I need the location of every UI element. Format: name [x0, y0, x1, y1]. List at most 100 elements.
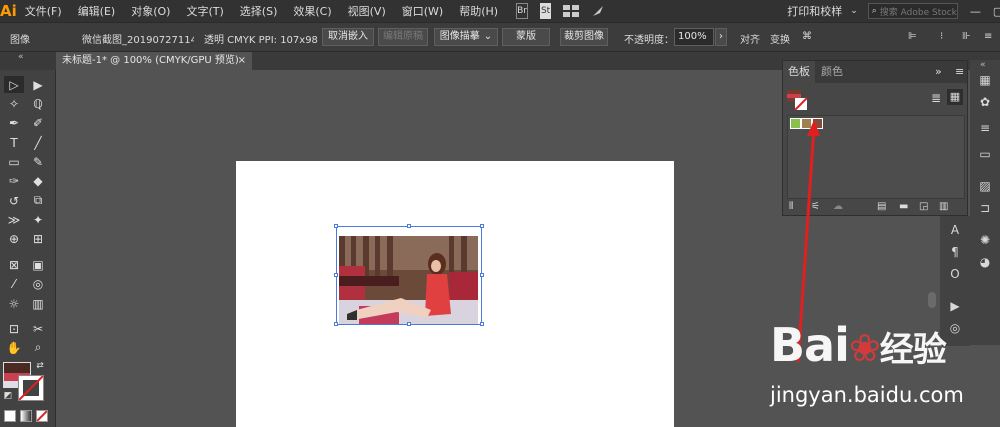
resize-handle-bottom[interactable]: [407, 322, 411, 326]
eyedropper-tool-icon[interactable]: ⁄: [4, 275, 24, 292]
image-trace-dock-icon[interactable]: ▨: [976, 178, 994, 194]
collapse-panel-icon[interactable]: »: [935, 61, 942, 83]
paintbrush-tool-icon[interactable]: ✎: [28, 153, 48, 170]
resize-handle-top-right[interactable]: [480, 224, 484, 228]
grid-view-icon[interactable]: ▦: [947, 89, 963, 105]
selection-tool-icon[interactable]: ▷: [4, 76, 24, 93]
none-mode-icon[interactable]: [36, 410, 48, 422]
paragraph-icon[interactable]: ¶: [946, 244, 964, 260]
panel-options-icon[interactable]: ≡: [955, 61, 964, 83]
puppet-warp-tool-icon[interactable]: ✦: [28, 211, 48, 228]
layers-dock-icon[interactable]: ▭: [976, 146, 994, 162]
menu-view[interactable]: 视图(V): [340, 3, 394, 19]
curvature-tool-icon[interactable]: ✐: [28, 114, 48, 131]
magic-wand-tool-icon[interactable]: ✧: [4, 95, 24, 112]
opacity-arrow-icon[interactable]: ›: [715, 28, 727, 46]
panel-scroll-thumb[interactable]: [928, 292, 936, 308]
transparency-dock-icon[interactable]: ◕: [976, 254, 994, 270]
panel-menu-icon[interactable]: ≡: [984, 31, 992, 42]
resize-handle-bottom-left[interactable]: [334, 322, 338, 326]
arrange-documents-icon[interactable]: [563, 3, 580, 19]
minimize-icon[interactable]: —: [964, 5, 987, 18]
list-view-icon[interactable]: ≣: [931, 91, 941, 105]
gradient-tool-icon[interactable]: ▣: [28, 256, 48, 273]
width-tool-icon[interactable]: ≫: [4, 211, 24, 228]
swatch-fill-stroke-preview[interactable]: [787, 90, 807, 110]
resize-handle-left[interactable]: [334, 273, 338, 277]
appearance-dock-icon[interactable]: ✺: [976, 232, 994, 248]
isolate-object-icon[interactable]: ⌘: [802, 31, 812, 42]
cc-libraries-icon[interactable]: ◎: [946, 320, 964, 336]
rotate-tool-icon[interactable]: ↺: [4, 192, 24, 209]
delete-swatch-icon[interactable]: ▥: [939, 201, 948, 212]
document-tab[interactable]: 未标题-1* @ 100% (CMYK/GPU 预览) ×: [56, 52, 252, 70]
distribute-icon[interactable]: ⁝: [940, 31, 943, 42]
menu-file[interactable]: 文件(F): [17, 3, 70, 19]
maximize-icon[interactable]: ▢: [987, 5, 1000, 18]
stroke-swatch[interactable]: [18, 375, 44, 401]
gradient-mode-icon[interactable]: [20, 410, 32, 422]
pen-tool-icon[interactable]: ✒: [4, 114, 24, 131]
slice-tool-icon[interactable]: ✂: [28, 320, 48, 337]
menu-help[interactable]: 帮助(H): [451, 3, 506, 19]
blend-tool-icon[interactable]: ◎: [28, 275, 48, 292]
opacity-input[interactable]: 100%: [674, 28, 714, 46]
new-color-group-icon[interactable]: ▬: [899, 201, 908, 212]
stock-search-field[interactable]: ⌕ 搜索 Adobe Stock: [867, 3, 958, 19]
workspace-switcher[interactable]: 打印和校样: [779, 3, 850, 19]
linked-file-name[interactable]: 微信截图_20190727114...: [82, 31, 194, 46]
stroke-dock-icon[interactable]: ≡: [976, 120, 994, 136]
tab-color[interactable]: 颜色: [821, 61, 843, 83]
resize-handle-right[interactable]: [480, 273, 484, 277]
scale-tool-icon[interactable]: ⧉: [28, 192, 48, 209]
symbol-sprayer-tool-icon[interactable]: ☼: [4, 295, 24, 312]
color-mode-icon[interactable]: [4, 410, 16, 422]
hand-tool-icon[interactable]: ✋: [4, 339, 24, 356]
zoom-tool-icon[interactable]: ⌕: [28, 339, 48, 356]
mask-button[interactable]: 蒙版: [502, 28, 550, 46]
column-graph-tool-icon[interactable]: ▥: [28, 295, 48, 312]
menu-edit[interactable]: 编辑(E): [70, 3, 124, 19]
transform-link[interactable]: 变换: [770, 31, 790, 46]
bridge-icon[interactable]: Br: [516, 3, 528, 19]
cloud-icon[interactable]: ☁: [833, 201, 843, 212]
workspace-chevron-icon[interactable]: ⌄: [850, 6, 858, 16]
menu-select[interactable]: 选择(S): [232, 3, 286, 19]
default-fill-stroke-icon[interactable]: ◩: [2, 390, 14, 402]
gpu-performance-icon[interactable]: [591, 3, 605, 19]
edit-original-button[interactable]: 编辑原稿: [378, 28, 428, 46]
close-tab-icon[interactable]: ×: [238, 52, 246, 70]
selection-bounding-box[interactable]: [336, 226, 482, 325]
line-tool-icon[interactable]: ╱: [28, 134, 48, 151]
menu-type[interactable]: 文字(T): [178, 3, 231, 19]
crop-image-button[interactable]: 裁剪图像: [560, 28, 608, 46]
expand-dock-icon[interactable]: «: [980, 60, 986, 70]
links-dock-icon[interactable]: ⊐: [976, 200, 994, 216]
align-center-icon[interactable]: ⊪: [962, 31, 971, 42]
image-trace-button[interactable]: 图像描摹 ⌄: [434, 28, 498, 46]
resize-handle-top-left[interactable]: [334, 224, 338, 228]
mesh-tool-icon[interactable]: ⊠: [4, 256, 24, 273]
stock-icon[interactable]: St: [539, 3, 552, 19]
actions-play-icon[interactable]: ▶: [946, 298, 964, 314]
menu-object[interactable]: 对象(O): [123, 3, 178, 19]
type-tool-icon[interactable]: T: [4, 134, 24, 151]
new-swatch-icon[interactable]: ◲: [919, 201, 928, 212]
unembed-button[interactable]: 取消嵌入: [322, 28, 374, 46]
shape-builder-tool-icon[interactable]: ⊕: [4, 230, 24, 247]
shaper-tool-icon[interactable]: ✑: [4, 172, 24, 189]
menu-effect[interactable]: 效果(C): [285, 3, 339, 19]
perspective-grid-tool-icon[interactable]: ⊞: [28, 230, 48, 247]
tab-swatches[interactable]: 色板: [783, 61, 815, 83]
swap-fill-stroke-icon[interactable]: ⇄: [34, 360, 46, 372]
rectangle-tool-icon[interactable]: ▭: [4, 153, 24, 170]
eraser-tool-icon[interactable]: ◆: [28, 172, 48, 189]
artboard-tool-icon[interactable]: ⊡: [4, 320, 24, 337]
swatches-dock-icon[interactable]: ▦: [976, 72, 994, 88]
resize-handle-bottom-right[interactable]: [480, 322, 484, 326]
direct-selection-tool-icon[interactable]: ▶: [28, 76, 48, 93]
menu-window[interactable]: 窗口(W): [394, 3, 451, 19]
align-left-icon[interactable]: ⊫: [908, 31, 917, 42]
lasso-tool-icon[interactable]: ℚ: [28, 95, 48, 112]
swatch-options-icon[interactable]: ▤: [877, 201, 886, 212]
